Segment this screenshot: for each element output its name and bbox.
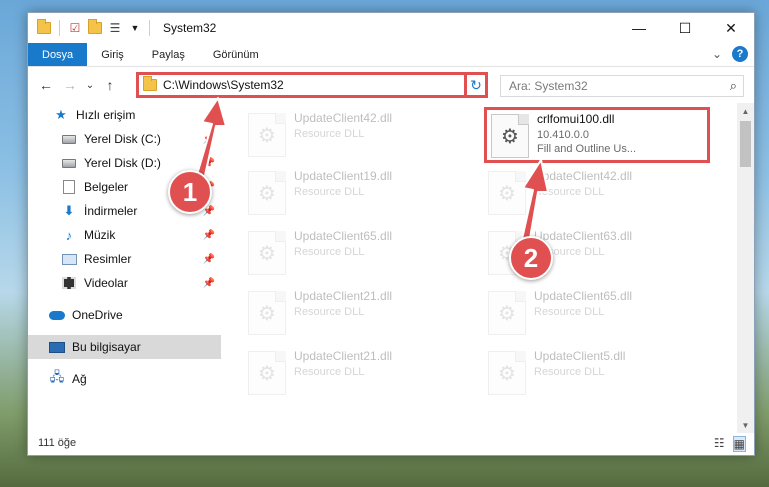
callout-2: 2 <box>509 236 553 280</box>
callout-1: 1 <box>168 170 212 214</box>
annotation-arrows <box>195 97 549 251</box>
arrow-to-address-bar <box>195 97 227 181</box>
